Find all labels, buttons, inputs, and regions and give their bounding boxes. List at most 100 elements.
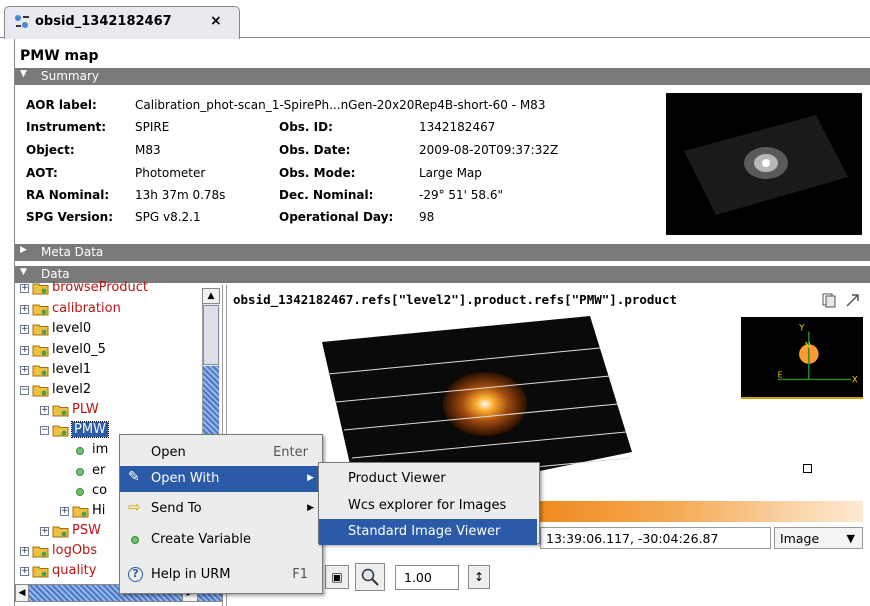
instrument-value: SPIRE	[135, 120, 170, 134]
submenu-item-wcs-explorer-for-images[interactable]: Wcs explorer for Images	[319, 493, 537, 519]
spg-version-value: SPG v8.2.1	[135, 210, 201, 224]
folder-icon	[32, 546, 49, 558]
zoom-button[interactable]	[355, 563, 385, 591]
collapse-arrow-icon: ▼	[20, 267, 27, 277]
obs-date-label: Obs. Date:	[279, 143, 351, 157]
fit-view-icon: ▣	[331, 570, 343, 584]
axis-x-label: X	[852, 375, 858, 385]
menu-item-send-to[interactable]: ⇨ Send To ▶	[120, 496, 320, 522]
tree-item-browseproduct[interactable]: + browseProduct	[20, 279, 202, 299]
tree-item-label: im	[92, 442, 109, 457]
aot-value: Photometer	[135, 166, 206, 180]
folder-icon	[32, 304, 49, 316]
submenu-item-label: Wcs explorer for Images	[348, 498, 507, 513]
pencil-icon: ✎	[128, 469, 140, 485]
axis-y-label: Y	[798, 324, 805, 334]
overview-navigator[interactable]: Y X N E	[741, 317, 863, 399]
menu-item-help-in-urm[interactable]: ? Help in URM F1	[120, 562, 320, 588]
tab-obsid[interactable]: obsid_1342182467 ×	[4, 6, 240, 39]
instrument-label: Instrument:	[26, 120, 107, 134]
mode-dropdown[interactable]: Image ▼	[774, 527, 863, 549]
ra-nominal-value: 13h 37m 0.78s	[135, 188, 226, 202]
expand-icon[interactable]: +	[60, 507, 69, 516]
submenu-item-product-viewer[interactable]: Product Viewer	[319, 466, 537, 492]
dec-nominal-label: Dec. Nominal:	[279, 188, 374, 202]
arrow-right-icon: ⇨	[128, 498, 141, 516]
tree-item-level0[interactable]: + level0	[20, 320, 202, 340]
expand-icon[interactable]: +	[20, 284, 29, 293]
tree-item-plw[interactable]: + PLW	[20, 401, 202, 421]
dataset-icon	[76, 447, 84, 455]
scroll-left-arrow-icon[interactable]: ◀	[15, 584, 29, 602]
tree-item-label: logObs	[52, 543, 98, 558]
folder-icon	[52, 405, 69, 417]
obs-mode-value: Large Map	[419, 166, 482, 180]
close-icon[interactable]: ×	[210, 13, 222, 29]
detach-icon[interactable]	[845, 292, 861, 308]
expand-icon[interactable]: +	[20, 366, 29, 375]
tree-item-label: quality	[52, 563, 97, 578]
vertical-arrows-icon: ↕	[473, 570, 485, 584]
operational-day-label: Operational Day:	[279, 210, 394, 224]
meta-data-section-header[interactable]: ▶ Meta Data	[15, 244, 870, 261]
object-value: M83	[135, 143, 161, 157]
expand-icon[interactable]: +	[20, 305, 29, 314]
folder-icon	[32, 324, 49, 336]
expand-icon[interactable]: +	[40, 406, 49, 415]
collapse-icon[interactable]: −	[40, 426, 49, 435]
menu-item-open[interactable]: Open Enter	[120, 440, 320, 466]
tree-item-label: Hi	[92, 503, 106, 518]
menu-item-create-variable[interactable]: Create Variable	[120, 527, 320, 553]
submenu-item-label: Product Viewer	[348, 471, 446, 486]
open-folder-icon	[32, 385, 49, 397]
submenu-arrow-icon: ▶	[307, 503, 314, 513]
coordinate-readout: 13:39:06.117, -30:04:26.87	[540, 527, 771, 549]
tree-item-level0-5[interactable]: + level0_5	[20, 341, 202, 361]
magnifier-icon	[361, 568, 379, 586]
tree-item-label: level0_5	[52, 342, 106, 357]
tree-item-label: PSW	[72, 523, 101, 538]
submenu-arrow-icon: ▶	[307, 473, 314, 483]
tree-item-calibration[interactable]: + calibration	[20, 300, 202, 320]
collapse-icon[interactable]: −	[20, 386, 29, 395]
help-icon: ?	[128, 567, 143, 582]
axis-n-label: N	[805, 341, 811, 350]
folder-icon	[52, 526, 69, 538]
folder-icon	[32, 566, 49, 578]
tree-item-label: level1	[52, 362, 92, 377]
chevron-down-icon: ▼	[846, 532, 855, 545]
menu-accelerator: Enter	[273, 445, 308, 460]
colorbar[interactable]	[540, 501, 863, 522]
zoom-input[interactable]: 1.00	[395, 565, 459, 590]
tree-item-level1[interactable]: + level1	[20, 361, 202, 381]
menu-accelerator: F1	[292, 567, 308, 582]
copy-icon[interactable]	[821, 292, 837, 308]
tree-item-label: calibration	[52, 301, 121, 316]
tree-item-level2[interactable]: − level2	[20, 381, 202, 401]
green-dot-icon	[131, 536, 139, 544]
expand-icon[interactable]: +	[20, 325, 29, 334]
collapse-arrow-icon: ▼	[20, 69, 27, 79]
expand-icon[interactable]: +	[20, 547, 29, 556]
expand-icon[interactable]: +	[40, 527, 49, 536]
tree-item-label: PLW	[72, 402, 99, 417]
obs-id-label: Obs. ID:	[279, 120, 333, 134]
fit-view-button[interactable]: ▣	[325, 565, 349, 589]
summary-thumbnail-image	[666, 93, 862, 235]
scrollbar-thumb[interactable]	[203, 305, 219, 365]
summary-section-header[interactable]: ▼ Summary	[15, 68, 870, 85]
position-marker	[803, 464, 812, 473]
menu-item-open-with[interactable]: ✎ Open With ▶	[120, 466, 320, 492]
menu-item-label: Send To	[151, 501, 202, 516]
menu-item-label: Create Variable	[151, 532, 251, 547]
tree-item-label: level0	[52, 321, 92, 336]
panel-title: PMW map	[20, 48, 99, 64]
vertical-stretch-button[interactable]: ↕	[468, 565, 490, 589]
operational-day-value: 98	[419, 210, 435, 224]
scroll-up-arrow-icon[interactable]: ▲	[202, 288, 220, 304]
submenu-item-standard-image-viewer[interactable]: Standard Image Viewer	[319, 519, 537, 545]
menu-item-label: Open	[151, 445, 186, 460]
expand-icon[interactable]: +	[20, 567, 29, 576]
submenu-item-label: Standard Image Viewer	[348, 524, 501, 539]
expand-icon[interactable]: +	[20, 346, 29, 355]
